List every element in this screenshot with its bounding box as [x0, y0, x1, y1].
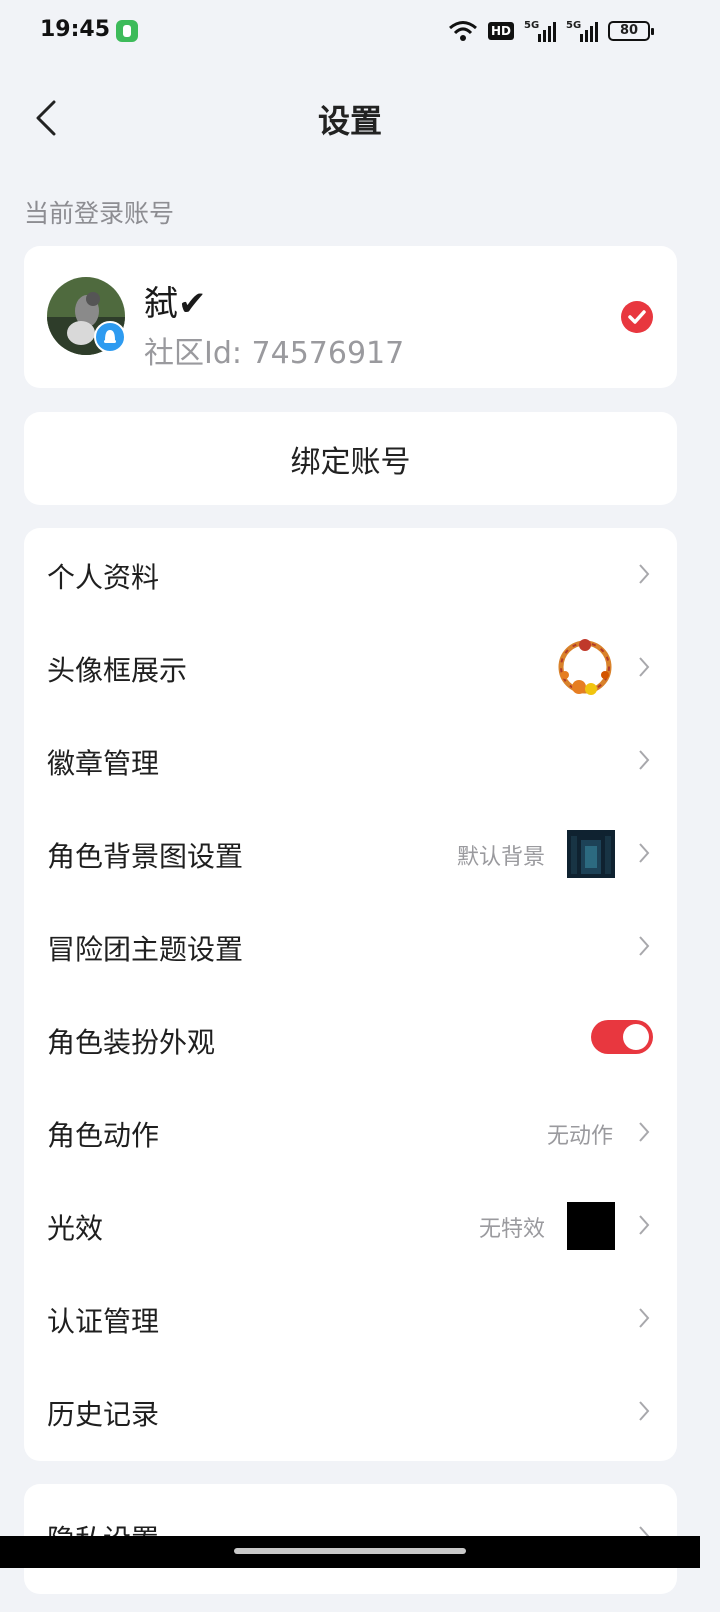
chevron-right-icon: [639, 1308, 650, 1328]
page-title: 设置: [317, 102, 382, 140]
menu-item-label: 历史记录: [47, 1398, 160, 1431]
chevron-right-icon: [639, 936, 650, 956]
chevron-right-icon: [639, 1401, 650, 1421]
menu-item-label: 光效: [47, 1212, 104, 1245]
signal-icon: 5G: [566, 20, 598, 42]
menu-item-avatar-frame[interactable]: 头像框展示: [24, 621, 677, 714]
effect-thumbnail: [567, 1202, 615, 1250]
status-bar: 19:45 HD 5G 5G 80: [0, 0, 700, 64]
avatar-frame-thumbnail: [558, 639, 612, 695]
home-indicator[interactable]: [234, 1548, 466, 1554]
community-id: 社区Id: 74576917: [144, 336, 405, 371]
status-icons: HD 5G 5G 80: [448, 18, 654, 44]
chevron-right-icon: [639, 564, 650, 584]
menu-item-guild-theme[interactable]: 冒险团主题设置: [24, 900, 677, 993]
menu-item-light-effect[interactable]: 光效 无特效: [24, 1179, 677, 1272]
menu-item-label: 角色动作: [47, 1119, 160, 1152]
menu-item-label: 角色背景图设置: [47, 840, 244, 873]
chevron-right-icon: [639, 1215, 650, 1235]
account-card[interactable]: 弑✔ 社区Id: 74576917: [24, 246, 677, 388]
menu-item-label: 冒险团主题设置: [47, 933, 244, 966]
signal-icon: 5G: [524, 20, 556, 42]
status-time: 19:45: [40, 17, 111, 42]
menu-item-history[interactable]: 历史记录: [24, 1365, 677, 1458]
app-notification-icon: [116, 20, 138, 42]
menu-item-character-background[interactable]: 角色背景图设置 默认背景: [24, 807, 677, 900]
account-name: 弑✔: [144, 284, 207, 324]
menu-item-character-outfit: 角色装扮外观: [24, 993, 677, 1086]
menu-item-label: 角色装扮外观: [47, 1026, 216, 1059]
chevron-right-icon: [639, 1122, 650, 1142]
settings-menu: 个人资料 头像框展示 徽章管理 角色背景图设置 默认背景 冒险团主题设置 角色装…: [24, 528, 677, 1461]
menu-item-label: 徽章管理: [47, 747, 160, 780]
background-thumbnail: [567, 830, 615, 878]
menu-item-label: 认证管理: [47, 1305, 160, 1338]
menu-item-badges[interactable]: 徽章管理: [24, 714, 677, 807]
current-account-label: 当前登录账号: [24, 199, 175, 228]
menu-item-value: 默认背景: [456, 845, 545, 870]
chevron-right-icon: [639, 657, 650, 677]
bind-account-button[interactable]: 绑定账号: [24, 412, 677, 505]
hd-voice-icon: HD: [487, 22, 514, 40]
menu-item-verification[interactable]: 认证管理: [24, 1272, 677, 1365]
menu-item-value: 无特效: [478, 1217, 545, 1242]
qq-badge-icon: [94, 321, 126, 353]
menu-item-character-action[interactable]: 角色动作 无动作: [24, 1086, 677, 1179]
chevron-right-icon: [639, 750, 650, 770]
checkmark-icon: [621, 301, 653, 333]
chevron-right-icon: [639, 843, 650, 863]
menu-item-value: 无动作: [546, 1124, 613, 1149]
system-nav-bar: [0, 1536, 700, 1568]
menu-item-label: 头像框展示: [47, 654, 188, 687]
menu-item-profile[interactable]: 个人资料: [24, 528, 677, 621]
outfit-toggle[interactable]: [591, 1020, 653, 1054]
bind-account-label: 绑定账号: [290, 444, 411, 480]
battery-icon: 80: [608, 21, 654, 41]
menu-item-label: 个人资料: [47, 561, 160, 594]
wifi-icon: [449, 21, 477, 41]
